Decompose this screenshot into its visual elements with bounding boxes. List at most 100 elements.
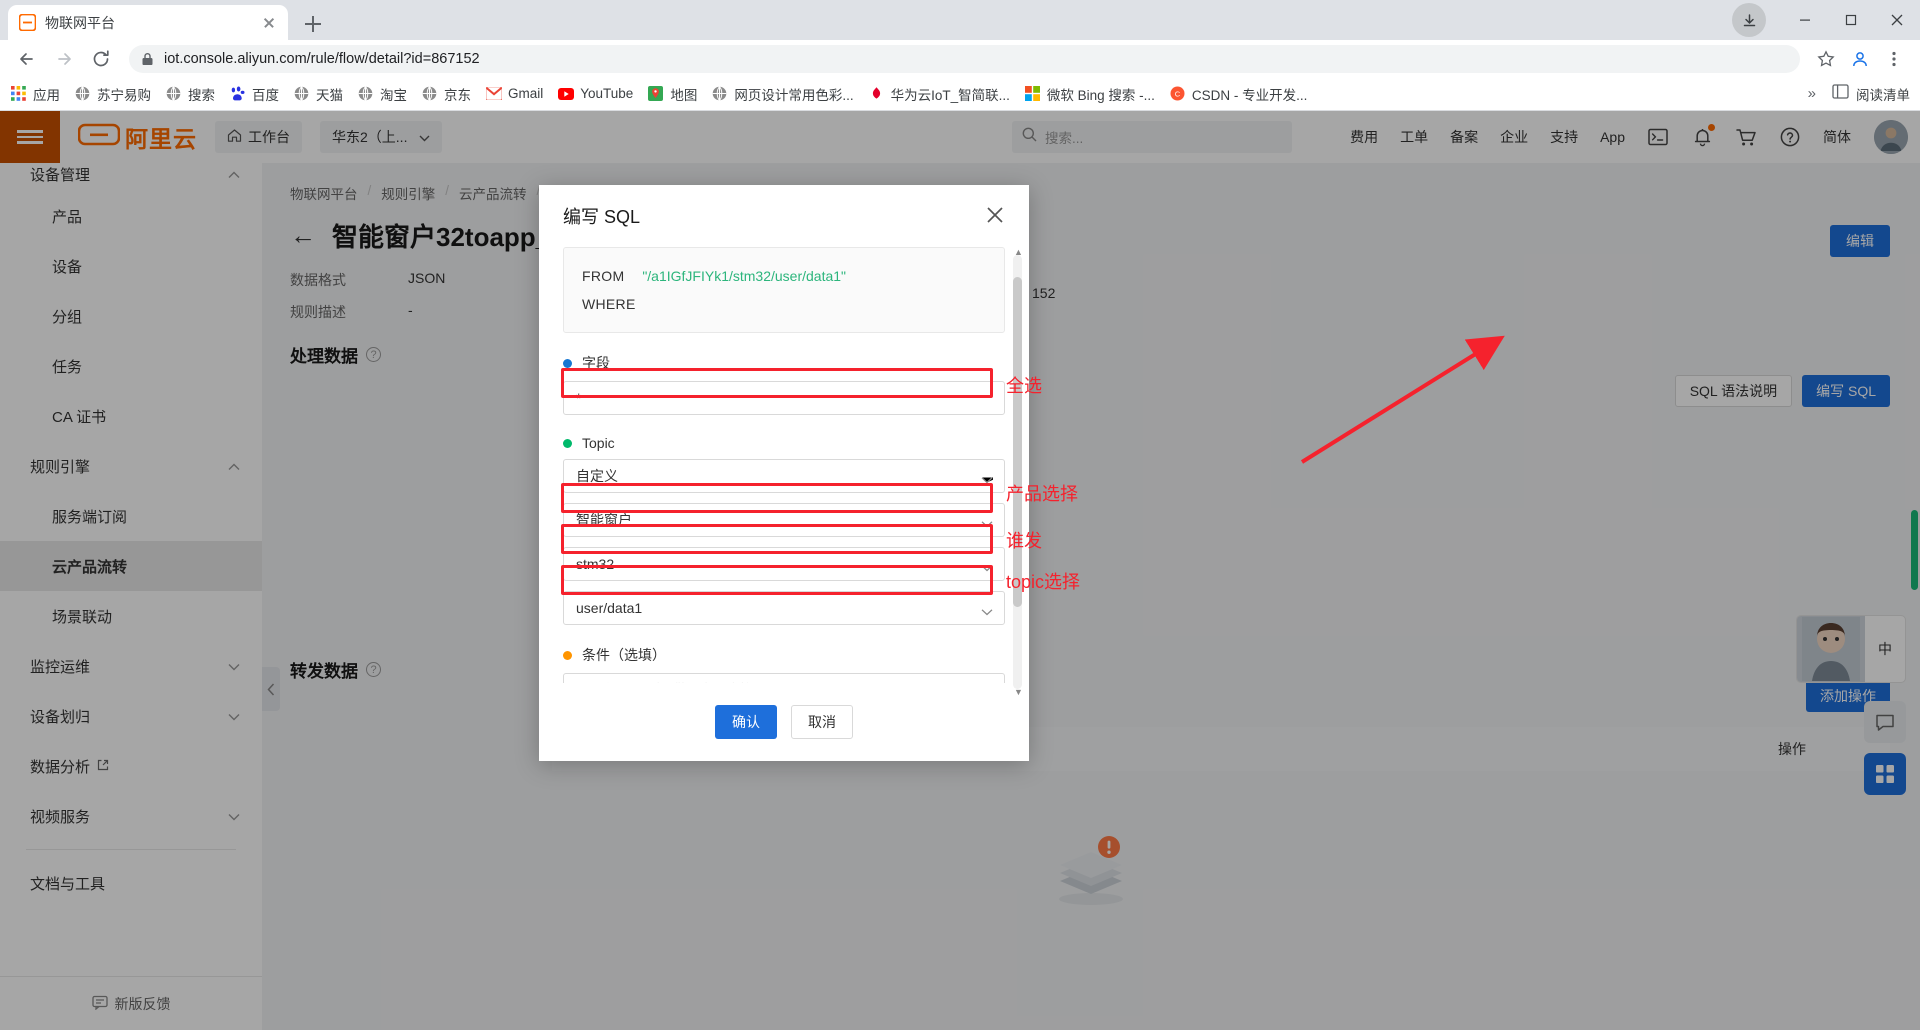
globe-icon [165, 85, 182, 102]
sql-where-keyword: WHERE [582, 296, 636, 312]
sql-from-value: "/a1IGfJFIYk1/stm32/user/data1" [642, 268, 847, 284]
bookmark-apps[interactable]: 应用 [10, 84, 60, 104]
condition-label-row: 条件（选填） [563, 645, 1005, 665]
bookmark-label: 地图 [670, 87, 698, 103]
bookmark-label: 京东 [444, 87, 471, 103]
bookmark-maps[interactable]: 地图 [647, 84, 697, 104]
confirm-button[interactable]: 确认 [715, 705, 777, 739]
new-tab-icon[interactable] [300, 11, 326, 37]
apps-grid-icon [10, 85, 27, 102]
dialog-title: 编写 SQL [563, 207, 641, 227]
fields-input[interactable]: * [563, 381, 1005, 415]
topic-path-select[interactable]: user/data1 [563, 591, 1005, 625]
baidu-icon [229, 85, 246, 102]
window-controls [1732, 0, 1920, 40]
sql-preview: FROM "/a1IGfJFIYk1/stm32/user/data1" WHE… [563, 247, 1005, 333]
close-icon[interactable] [983, 203, 1009, 229]
topic-type-select[interactable]: 自定义 [563, 459, 1005, 493]
bookmark-label: 苏宁易购 [97, 87, 151, 103]
maps-icon [647, 85, 664, 102]
browser-tab[interactable]: 物联网平台 [8, 5, 288, 40]
bookmark-label: 百度 [252, 87, 279, 103]
reading-list-label: 阅读清单 [1856, 87, 1910, 103]
bookmark-label: 网页设计常用色彩... [734, 87, 854, 103]
product-select[interactable]: 智能窗户 [563, 503, 1005, 537]
product-value: 智能窗户 [576, 512, 632, 528]
tab-title: 物联网平台 [45, 14, 115, 31]
window-close-icon[interactable] [1874, 0, 1920, 40]
sql-from-keyword: FROM [582, 268, 625, 284]
fields-bullet-icon [563, 358, 572, 368]
device-select[interactable]: stm32 [563, 547, 1005, 581]
reload-icon[interactable] [84, 42, 118, 76]
lock-icon [141, 52, 154, 66]
bookmark-tmall[interactable]: 天猫 [293, 84, 343, 104]
globe-icon [74, 85, 91, 102]
bookmark-baidu[interactable]: 百度 [229, 84, 279, 104]
bookmark-suning[interactable]: 苏宁易购 [74, 84, 151, 104]
youtube-icon [557, 85, 574, 102]
bookmark-gmail[interactable]: Gmail [485, 85, 543, 102]
dialog-header: 编写 SQL [539, 185, 1029, 247]
condition-label: 条件（选填） [582, 647, 666, 663]
bookmark-label: 微软 Bing 搜索 -... [1046, 87, 1155, 103]
forward-arrow-icon[interactable] [47, 42, 81, 76]
write-sql-dialog: 编写 SQL FROM "/a1IGfJFIYk1/stm32/user/dat… [539, 185, 1029, 761]
scrollbar-thumb[interactable] [1013, 277, 1022, 607]
bing-icon [1024, 85, 1041, 102]
bookmark-label: YouTube [580, 86, 634, 101]
profile-icon[interactable] [1844, 43, 1876, 75]
gmail-icon [485, 85, 502, 102]
annotation-label-product: 产品选择 [1006, 484, 1078, 504]
globe-icon [357, 85, 374, 102]
kebab-menu-icon[interactable] [1878, 43, 1910, 75]
topic-path-value: user/data1 [576, 600, 643, 616]
chevron-down-icon [981, 603, 993, 619]
bookmark-label: 华为云IoT_智简联... [890, 87, 1010, 103]
star-icon[interactable] [1810, 43, 1842, 75]
tab-close-icon[interactable] [260, 14, 278, 32]
bookmark-huawei-iot[interactable]: 华为云IoT_智简联... [868, 84, 1010, 104]
csdn-icon: C [1169, 85, 1186, 102]
condition-input[interactable]: 可以使用规则引擎函数，例如：deviceName()=mydevice [563, 673, 1005, 683]
scroll-up-arrow[interactable]: ▲ [1014, 247, 1023, 257]
bookmark-label: 天猫 [316, 87, 343, 103]
toolbar-right [1808, 43, 1910, 75]
aliyun-iot-icon [18, 14, 36, 32]
minimize-icon[interactable] [1782, 0, 1828, 40]
chevron-down-icon [981, 471, 998, 487]
fields-label-row: 字段 [563, 353, 1005, 373]
bookmark-csdn[interactable]: C CSDN - 专业开发... [1169, 84, 1307, 104]
bookmark-bing[interactable]: 微软 Bing 搜索 -... [1024, 84, 1155, 104]
tab-strip: 物联网平台 [0, 0, 1920, 40]
bookmark-colors[interactable]: 网页设计常用色彩... [711, 84, 854, 104]
huawei-icon [868, 85, 885, 102]
bookmark-jd[interactable]: 京东 [421, 84, 471, 104]
address-bar[interactable]: iot.console.aliyun.com/rule/flow/detail?… [129, 44, 1800, 73]
chevron-down-icon [981, 515, 993, 531]
bookmarks-bar: 应用 苏宁易购 搜索 百度 天猫 淘宝 京东 Gmail YouTube 地图 … [0, 77, 1920, 111]
cancel-button[interactable]: 取消 [791, 705, 853, 739]
dialog-scrollbar[interactable]: ▲ ▼ [1013, 247, 1023, 697]
bookmark-search[interactable]: 搜索 [165, 84, 215, 104]
topic-type-value: 自定义 [576, 468, 618, 484]
bookmark-youtube[interactable]: YouTube [557, 85, 633, 102]
bookmark-label: 应用 [33, 87, 60, 103]
back-arrow-icon[interactable] [10, 42, 44, 76]
fields-label: 字段 [582, 355, 610, 371]
fields-input-value: * [576, 390, 582, 406]
reading-list-button[interactable]: 阅读清单 [1832, 83, 1910, 105]
bookmark-taobao[interactable]: 淘宝 [357, 84, 407, 104]
browser-chrome: 物联网平台 iot.console.aliyun.com/rule/flow/d… [0, 0, 1920, 125]
maximize-icon[interactable] [1828, 0, 1874, 40]
svg-text:C: C [1175, 89, 1181, 98]
browser-toolbar: iot.console.aliyun.com/rule/flow/detail?… [0, 40, 1920, 77]
globe-icon [421, 85, 438, 102]
sql-from-line: FROM "/a1IGfJFIYk1/stm32/user/data1" [582, 262, 986, 290]
topic-bullet-icon [563, 438, 572, 448]
dialog-footer: 确认 取消 [539, 683, 1029, 761]
topic-label: Topic [582, 435, 615, 451]
chevron-down-icon [981, 559, 993, 575]
bookmark-overflow-chevron[interactable]: » [1808, 85, 1816, 102]
download-icon[interactable] [1732, 3, 1766, 37]
